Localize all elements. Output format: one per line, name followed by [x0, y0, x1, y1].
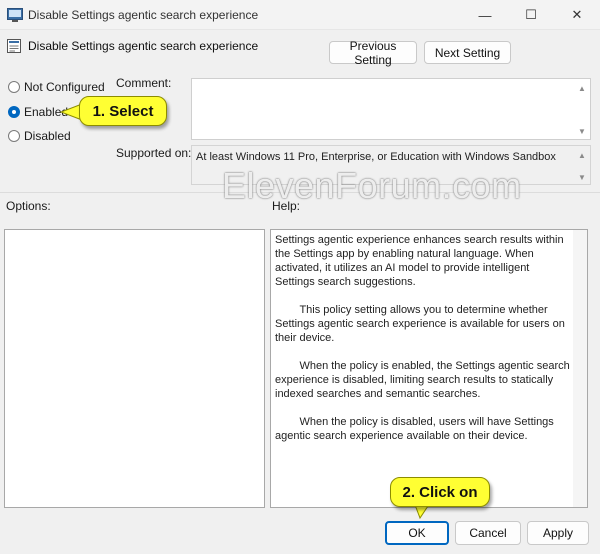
radio-enabled-indicator[interactable]: [8, 106, 20, 118]
help-paragraph: When the policy is enabled, the Settings…: [275, 360, 573, 400]
radio-not-configured-indicator[interactable]: [8, 81, 20, 93]
window-title: Disable Settings agentic search experien…: [28, 8, 259, 22]
apply-button[interactable]: Apply: [527, 521, 589, 545]
supported-on-label: Supported on:: [116, 146, 192, 160]
options-label: Options:: [6, 199, 51, 213]
help-text: Settings agentic experience enhances sea…: [275, 233, 571, 457]
cancel-button[interactable]: Cancel: [455, 521, 521, 545]
policy-setting-icon: [7, 39, 21, 53]
maximize-button[interactable]: ☐: [508, 0, 554, 30]
supported-scroll-up-icon[interactable]: ▲: [576, 150, 588, 160]
close-button[interactable]: ✕: [554, 0, 600, 30]
radio-not-configured[interactable]: Not Configured: [8, 78, 105, 96]
radio-not-configured-label: Not Configured: [24, 80, 105, 94]
comment-value: [192, 81, 572, 85]
next-setting-button[interactable]: Next Setting: [424, 41, 511, 64]
policy-app-icon: [7, 8, 23, 22]
step-1-callout: 1. Select: [79, 96, 167, 126]
radio-disabled-label: Disabled: [24, 129, 71, 143]
minimize-button[interactable]: —: [462, 0, 508, 30]
ok-button[interactable]: OK: [385, 521, 449, 545]
help-paragraph: Settings agentic experience enhances sea…: [275, 234, 567, 288]
previous-setting-button[interactable]: Previous Setting: [329, 39, 417, 67]
comment-scroll-up-icon[interactable]: ▲: [576, 83, 588, 93]
supported-on-value: At least Windows 11 Pro, Enterprise, or …: [196, 151, 556, 163]
radio-disabled-indicator[interactable]: [8, 130, 20, 142]
comment-scroll-down-icon[interactable]: ▼: [576, 126, 588, 136]
help-paragraph: This policy setting allows you to determ…: [275, 304, 568, 344]
step-2-callout: 2. Click on: [390, 477, 490, 507]
comment-field[interactable]: ▲ ▼: [191, 78, 591, 140]
comment-label: Comment:: [116, 76, 172, 90]
watermark: ElevenForum.com: [222, 165, 522, 206]
setting-title: Disable Settings agentic search experien…: [28, 39, 259, 53]
options-pane: [4, 229, 265, 508]
help-scrollbar[interactable]: [573, 230, 587, 507]
supported-scroll-down-icon[interactable]: ▼: [576, 172, 588, 182]
help-pane: Settings agentic experience enhances sea…: [270, 229, 588, 508]
help-paragraph: When the policy is disabled, users will …: [275, 416, 557, 442]
